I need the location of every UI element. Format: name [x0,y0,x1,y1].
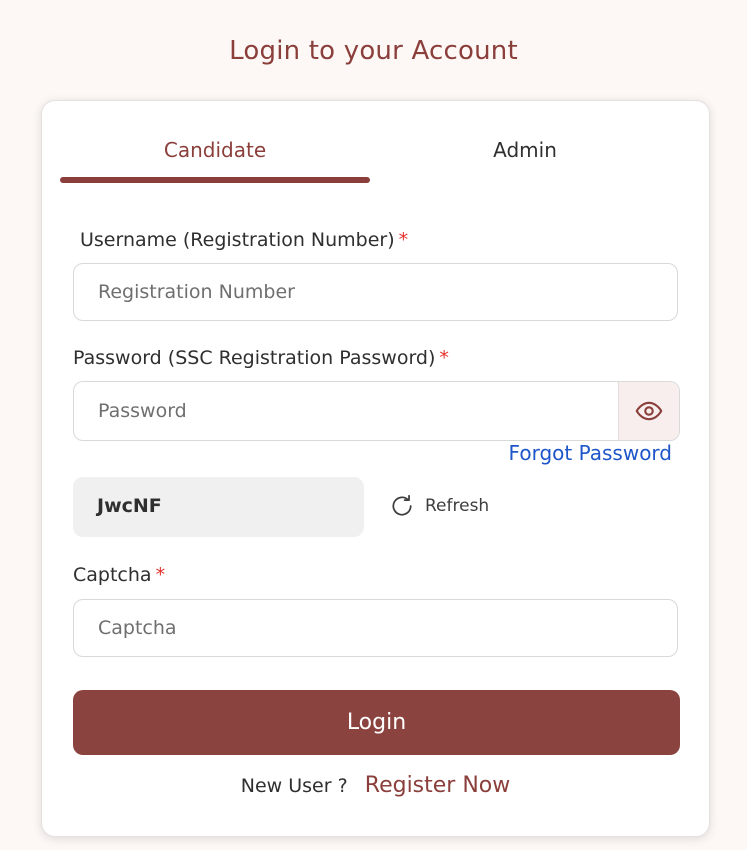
captcha-required-mark: * [155,564,166,586]
tab-candidate-label: Candidate [163,138,267,162]
username-input[interactable] [73,263,678,321]
login-tabs: Candidate Admin [60,121,680,183]
captcha-input[interactable] [73,599,678,657]
password-required-mark: * [439,347,449,369]
forgot-password-link[interactable]: Forgot Password [509,441,672,465]
captcha-code-display: JwcNF [73,477,364,537]
tab-admin[interactable]: Admin [370,121,680,183]
username-label-text: Username (Registration Number) [80,229,395,251]
username-required-mark: * [398,229,409,251]
login-button[interactable]: Login [73,690,680,755]
eye-icon [635,401,663,421]
page-title: Login to your Account [229,36,518,66]
captcha-label: Captcha * [73,564,165,586]
password-label: Password (SSC Registration Password) * [73,347,449,369]
refresh-captcha-button[interactable]: Refresh [389,493,489,519]
active-tab-indicator [60,177,370,183]
username-label: Username (Registration Number) * [80,229,408,251]
show-password-button[interactable] [618,382,679,440]
captcha-label-text: Captcha [73,564,152,586]
new-user-prompt: New User ? [240,775,348,797]
tab-admin-label: Admin [493,138,557,162]
refresh-label: Refresh [425,496,490,516]
password-label-text: Password (SSC Registration Password) [73,347,436,369]
refresh-icon [392,494,412,516]
password-input[interactable] [74,382,620,440]
register-row: New User ? Register Now [42,773,709,798]
register-now-link[interactable]: Register Now [365,773,510,798]
password-field-group [73,381,680,441]
login-card: Candidate Admin Username (Registration N… [41,100,710,837]
tab-candidate[interactable]: Candidate [60,121,370,183]
